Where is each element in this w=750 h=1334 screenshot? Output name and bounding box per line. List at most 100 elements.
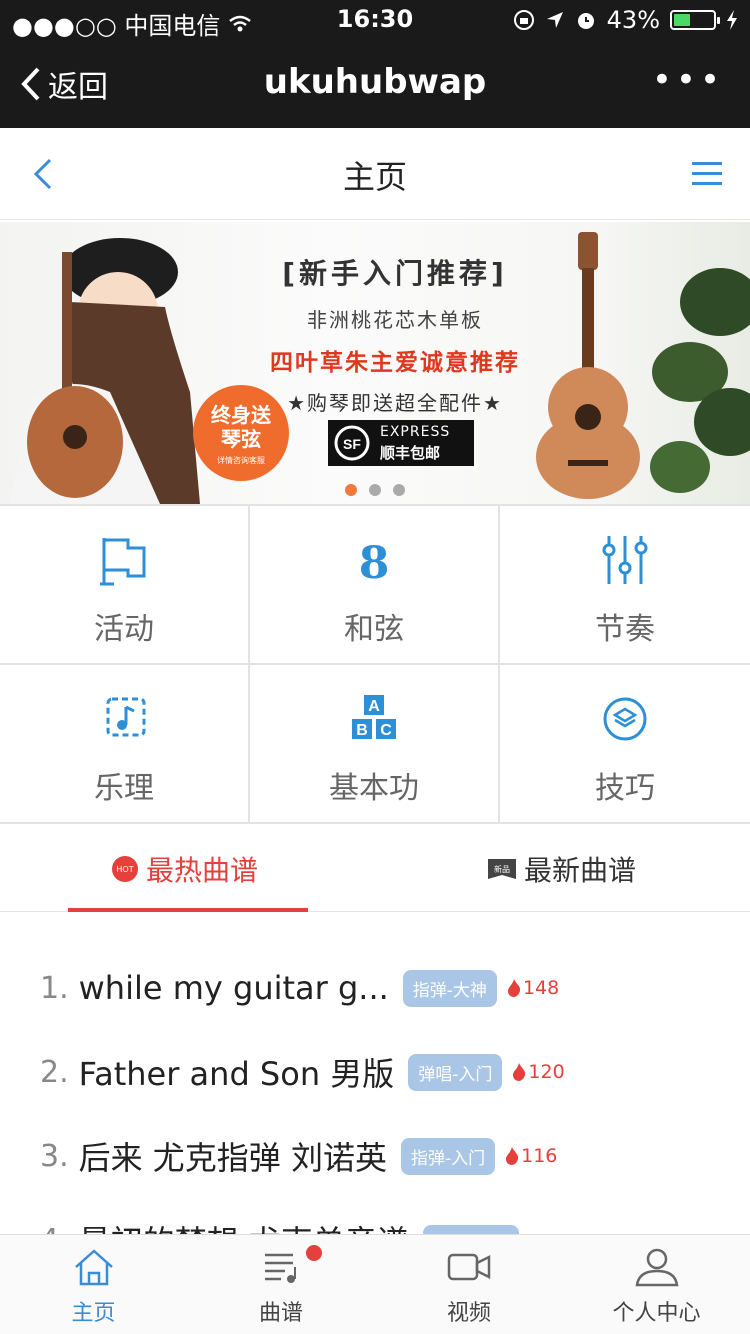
promo-banner[interactable]: [新手入门推荐] 非洲桃花芯木单板 四叶草朱主爱诚意推荐 ★购琴即送超全配件★ …	[0, 222, 750, 504]
heat-count: 116	[521, 1145, 558, 1167]
rotation-lock-icon	[513, 10, 534, 30]
category-theory[interactable]: 乐理	[0, 665, 248, 822]
category-label: 乐理	[94, 771, 154, 806]
category-label: 活动	[94, 612, 154, 647]
list-item[interactable]: 3. 后来 尤克指弹 刘诺英 指弹-入门 116	[40, 1126, 557, 1186]
svg-text:SF: SF	[343, 436, 361, 452]
score-icon	[265, 1253, 296, 1283]
song-title: while my guitar g...	[78, 969, 389, 1007]
song-tag: 弹唱-入门	[408, 1053, 503, 1091]
status-bar: ●●●○○ 中国电信 16:30 43%	[0, 0, 750, 40]
banner-plant-image	[650, 268, 750, 493]
video-icon	[447, 1253, 491, 1281]
banner-text: [新手入门推荐] 非洲桃花芯木单板 四叶草朱主爱诚意推荐 ★购琴即送超全配件★	[250, 252, 540, 416]
bottom-tab-bar: 主页 曲谱 视频 个人中心	[0, 1234, 750, 1334]
category-skills[interactable]: 技巧	[500, 665, 750, 822]
tab-new-label: 最新曲谱	[524, 854, 637, 887]
flag-icon	[100, 538, 146, 586]
page-header: 主页	[0, 128, 750, 220]
banner-line3: 四叶草朱主爱诚意推荐	[270, 350, 520, 376]
music-note-icon	[106, 697, 146, 737]
song-title: 后来 尤克指弹 刘诺英	[78, 1139, 387, 1177]
song-heat: 148	[507, 977, 559, 999]
battery-fill	[674, 14, 690, 26]
layers-icon	[603, 697, 647, 741]
category-grid: 活动 8 和弦 节奏 乐理 A B C 基本功 技巧	[0, 504, 750, 824]
tab-new-scores[interactable]: 新品 最新曲谱	[488, 826, 636, 912]
battery-icon	[670, 10, 720, 30]
category-label: 节奏	[595, 612, 655, 647]
banner-dot[interactable]	[345, 484, 357, 496]
page-title: 主页	[342, 158, 407, 196]
song-number: 1.	[40, 970, 69, 1006]
category-activity[interactable]: 活动	[0, 506, 248, 663]
tabbar-scores[interactable]: 曲谱	[187, 1235, 375, 1334]
banner-dot[interactable]	[369, 484, 381, 496]
tabbar-label: 曲谱	[258, 1301, 303, 1326]
category-rhythm[interactable]: 节奏	[500, 506, 750, 663]
flame-icon	[507, 979, 521, 997]
sf-express-logo: SF EXPRESS 顺丰包邮	[328, 420, 474, 466]
song-tabs: HOT 最热曲谱 新品 最新曲谱	[0, 826, 750, 912]
banner-badge-main: 终身送 琴弦	[211, 403, 271, 451]
notification-dot	[306, 1245, 322, 1261]
hamburger-menu-icon[interactable]	[692, 160, 722, 188]
home-icon	[74, 1249, 113, 1286]
abc-blocks-icon: A B C	[352, 695, 396, 739]
category-label: 和弦	[344, 612, 404, 647]
song-number: 4.	[40, 1223, 69, 1235]
status-right: 43%	[513, 6, 738, 34]
svg-text:C: C	[380, 722, 392, 739]
banner-badge: 终身送 琴弦 详情咨询客服	[193, 385, 289, 481]
tab-hot-scores[interactable]: HOT 最热曲谱	[112, 826, 258, 912]
charging-bolt-icon	[727, 10, 737, 30]
song-tag: 指弹-入门	[400, 1137, 496, 1175]
express-sub: 顺丰包邮	[380, 444, 441, 462]
song-tag: 指弹-大神	[402, 969, 497, 1007]
tabbar-label: 主页	[71, 1301, 116, 1326]
song-heat: 116	[505, 1145, 557, 1167]
flame-icon	[513, 1063, 526, 1081]
wechat-nav-bar: 返回 ukuhubwap •••	[0, 40, 750, 128]
banner-pagination	[0, 484, 750, 496]
category-label: 技巧	[595, 771, 655, 806]
banner-badge-sub: 详情咨询客服	[217, 456, 265, 465]
banner-dot[interactable]	[393, 484, 405, 496]
list-item[interactable]: 2. Father and Son 男版 弹唱-入门 120	[40, 1042, 565, 1102]
new-badge-icon: 新品	[488, 859, 516, 879]
category-chords[interactable]: 8 和弦	[250, 506, 498, 663]
song-title: 最初的梦想 尤克单音谱	[79, 1217, 409, 1234]
tabbar-home[interactable]: 主页	[0, 1235, 187, 1334]
banner-line2: 非洲桃花芯木单板	[307, 308, 483, 332]
tabbar-profile[interactable]: 个人中心	[563, 1235, 750, 1334]
song-title: Father and Son 男版	[78, 1055, 395, 1093]
heat-count: 148	[522, 977, 560, 999]
song-heat: 120	[512, 1061, 565, 1083]
sf-logo-icon: SF	[334, 425, 370, 461]
category-fundamentals[interactable]: A B C 基本功	[250, 665, 498, 822]
song-number: 3.	[40, 1138, 69, 1174]
chord-8-icon: 8	[359, 538, 390, 586]
song-list: 1. while my guitar g... 指弹-大神 148 2. Fat…	[0, 912, 750, 1234]
battery-percent: 43%	[606, 6, 660, 34]
song-number: 2.	[40, 1054, 69, 1090]
user-icon	[635, 1248, 678, 1287]
express-label: EXPRESS	[380, 424, 451, 440]
alarm-clock-icon	[577, 13, 594, 29]
tabbar-label: 个人中心	[612, 1301, 701, 1326]
banner-line4: ★购琴即送超全配件★	[287, 391, 503, 415]
banner-headline: [新手入门推荐]	[282, 257, 508, 290]
list-item[interactable]: 1. while my guitar g... 指弹-大神 148	[40, 958, 559, 1018]
svg-text:B: B	[356, 722, 368, 739]
wechat-title: ukuhubwap	[263, 62, 487, 102]
sliders-icon	[602, 536, 648, 584]
location-arrow-icon	[546, 12, 563, 28]
tabbar-video[interactable]: 视频	[375, 1235, 563, 1334]
category-label: 基本功	[329, 771, 419, 806]
svg-text:A: A	[368, 698, 380, 715]
song-tag	[422, 1225, 519, 1234]
tabbar-label: 视频	[446, 1301, 491, 1326]
more-menu-button[interactable]: •••	[652, 60, 724, 100]
list-item[interactable]: 4. 最初的梦想 尤克单音谱	[40, 1210, 519, 1234]
svg-text:8: 8	[359, 538, 390, 586]
